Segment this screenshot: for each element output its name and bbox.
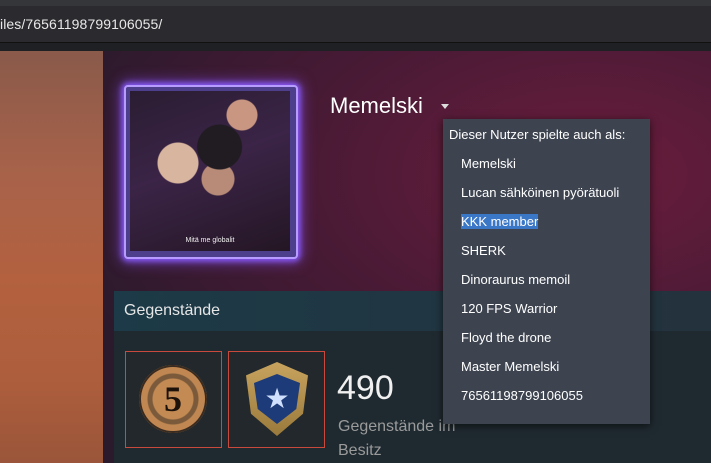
service-medal-icon: ★ [246,362,308,436]
alias-item-label: Lucan sähköinen pyörätuoli [461,185,620,200]
items-count[interactable]: 490 [337,369,394,408]
alias-item[interactable]: Lucan sähköinen pyörätuoli [461,185,619,200]
alias-item-label: Dinoraurus memoil [461,272,571,287]
address-bar-url[interactable]: iles/76561198799106055/ [0,16,162,32]
avatar-caption: Mitä me globalit [185,237,235,244]
persona-name[interactable]: Memelski [330,93,423,119]
avatar: Mitä me globalit [130,91,290,251]
alias-item[interactable]: Memelski [461,156,516,171]
alias-item-label: 120 FPS Warrior [461,301,558,316]
alias-item-label: SHERK [461,243,506,258]
star-icon: ★ [264,383,290,414]
alias-item-label: Floyd the drone [461,330,552,345]
veteran-coin-number: 5 [164,379,182,419]
address-bar[interactable]: iles/76561198799106055/ [0,6,711,43]
items-section-title[interactable]: Gegenstände [124,302,220,320]
alias-item[interactable]: SHERK [461,243,506,258]
alias-item-label: 76561198799106055 [461,388,583,403]
profile-avatar-frame[interactable]: Mitä me globalit [124,85,298,259]
alias-history-dropdown: Dieser Nutzer spielte auch als: Memelski… [443,119,650,424]
item-badge-service-medal[interactable]: ★ [228,351,325,448]
alias-item-selected[interactable]: KKK member [461,214,539,229]
alias-item-label: Memelski [461,156,516,171]
alias-item[interactable]: Floyd the drone [461,330,551,345]
alias-history-header: Dieser Nutzer spielte auch als: [449,127,626,142]
name-history-dropdown-icon[interactable] [441,104,449,109]
alias-item[interactable]: 76561198799106055 [461,388,583,403]
veteran-coin-icon: 5 [139,365,207,433]
item-badge-5-year-veteran[interactable]: 5 [125,351,222,448]
page-background-left [0,51,103,463]
alias-item-label: KKK member [461,214,539,229]
service-medal-emblem: ★ [254,374,300,424]
alias-item[interactable]: Master Memelski [461,359,559,374]
alias-item-label: Master Memelski [461,359,560,374]
browser-toolbar-divider [0,43,711,51]
alias-item[interactable]: Dinoraurus memoil [461,272,570,287]
alias-item[interactable]: 120 FPS Warrior [461,301,557,316]
